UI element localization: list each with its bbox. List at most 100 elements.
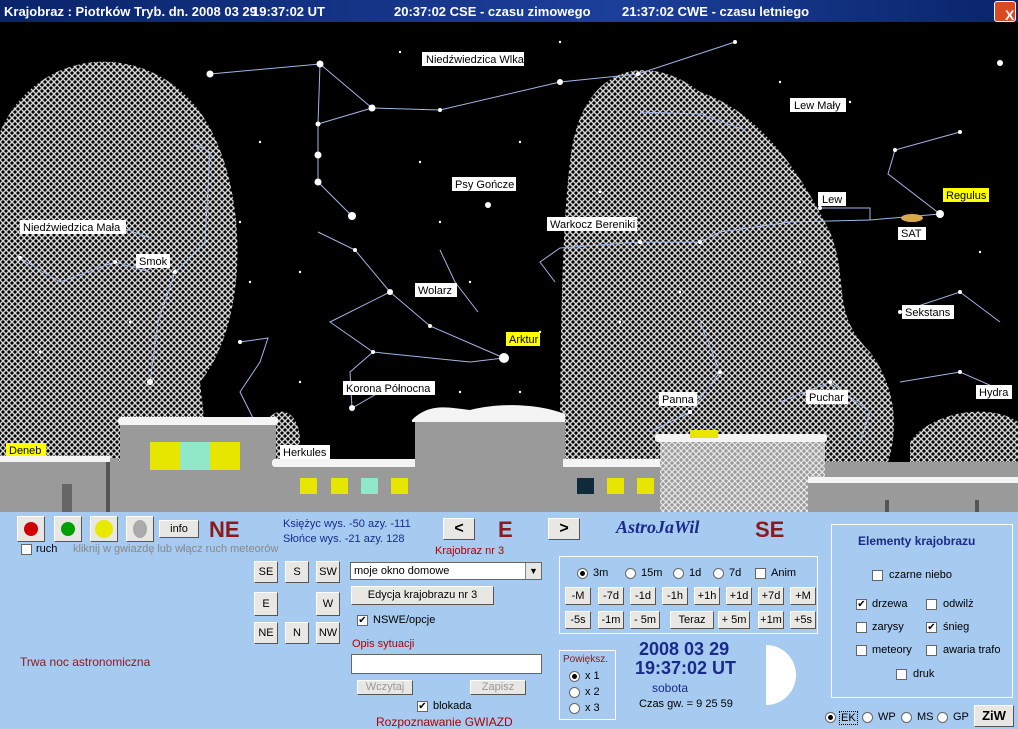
lock-checkbox[interactable]: ✔ [417, 701, 428, 712]
landscape-select[interactable]: moje okno domowe ▼ [350, 562, 542, 580]
anim-checkbox[interactable] [755, 568, 766, 579]
compass-e-button[interactable]: E [254, 592, 278, 616]
lang-gp-label: GP [953, 711, 969, 723]
title-bar: Krajobraz : Piotrków Tryb. dn. 2008 03 2… [0, 0, 1018, 23]
lang-ms-radio[interactable] [901, 712, 912, 723]
yellow-dot-button[interactable] [90, 516, 118, 542]
label-lew-maly: Lew Mały [794, 100, 841, 112]
label-hydra: Hydra [979, 387, 1009, 399]
recognize-stars-link[interactable]: Rozpoznawanie GWIAZD [376, 715, 513, 729]
step-minus-month[interactable]: -M [565, 587, 591, 605]
step-15m-radio[interactable] [625, 568, 636, 579]
meteors-checkbox[interactable] [856, 645, 867, 656]
zoom-x1-radio[interactable] [569, 671, 580, 682]
label-smok: Smok [139, 256, 168, 268]
compass-nw-button[interactable]: NW [316, 622, 340, 644]
label-wolarz: Wolarz [418, 285, 452, 297]
label-regulus: Regulus [946, 190, 987, 202]
cse-time: 20:37:02 CSE - czasu zimowego [394, 4, 591, 19]
step-plus-1h[interactable]: +1h [694, 587, 720, 605]
yellow-dot-icon [95, 520, 113, 538]
snow-checkbox[interactable]: ✔ [926, 622, 937, 633]
compass-ne-button[interactable]: NE [254, 622, 278, 644]
label-panna: Panna [662, 394, 695, 406]
step-7d-label: 7d [729, 567, 742, 579]
sky-view[interactable]: Niedźwiedzica Wlka Lew Mały Psy Gończe L… [0, 22, 1018, 512]
step-7d-radio[interactable] [713, 568, 724, 579]
edit-landscape-button[interactable]: Edycja krajobrazu nr 3 [351, 586, 494, 605]
sidereal-time: Czas gw. = 9 25 59 [639, 698, 733, 710]
read-button[interactable]: Wczytaj [357, 680, 413, 695]
lang-wp-radio[interactable] [862, 712, 873, 723]
zoom-x3-radio[interactable] [569, 703, 580, 714]
compass-s-button[interactable]: S [285, 561, 309, 583]
power-failure-checkbox[interactable] [926, 645, 937, 656]
prev-direction-button[interactable]: < [443, 518, 475, 540]
close-button[interactable]: X [994, 1, 1016, 23]
ziw-button[interactable]: ZiW [974, 705, 1014, 727]
red-dot-button[interactable] [17, 516, 45, 542]
step-minus-7d[interactable]: -7d [598, 587, 624, 605]
zoom-x2-label: x 2 [585, 686, 600, 698]
compass-se-button[interactable]: SE [254, 561, 278, 583]
lang-gp-radio[interactable] [937, 712, 948, 723]
step-plus-1d[interactable]: +1d [726, 587, 752, 605]
step-plus-5s[interactable]: +5s [790, 611, 816, 629]
nswe-checkbox[interactable]: ✔ [357, 615, 368, 626]
black-sky-checkbox[interactable] [872, 570, 883, 581]
direction-center-label: E [498, 517, 513, 542]
now-button[interactable]: Teraz [670, 611, 714, 629]
window-title: Krajobraz : Piotrków Tryb. dn. 2008 03 2… [4, 4, 257, 19]
next-direction-button[interactable]: > [548, 518, 580, 540]
lang-ek-radio[interactable] [825, 712, 836, 723]
zoom-x1-label: x 1 [585, 670, 600, 682]
thaw-label: odwilż [943, 598, 974, 610]
step-minus-5s[interactable]: -5s [565, 611, 591, 629]
step-minus-1m[interactable]: -1m [598, 611, 624, 629]
moon-position: Księżyc wys. -50 azy. -111 [283, 518, 411, 530]
label-puchar: Puchar [809, 392, 844, 404]
info-button[interactable]: info [159, 520, 199, 538]
cwe-time: 21:37:02 CWE - czasu letniego [622, 4, 810, 19]
description-label: Opis sytuacji [352, 638, 415, 650]
red-dot-icon [24, 522, 38, 536]
green-dot-button[interactable] [54, 516, 82, 542]
trees-checkbox[interactable]: ✔ [856, 599, 867, 610]
step-plus-5m[interactable]: + 5m [718, 611, 750, 629]
snow-label: śnieg [943, 621, 970, 633]
save-button[interactable]: Zapisz [470, 680, 526, 695]
black-sky-label: czarne niebo [889, 569, 952, 581]
step-3m-radio[interactable] [577, 568, 588, 579]
zoom-title: Powiększ. [563, 654, 609, 665]
step-minus-1d[interactable]: -1d [630, 587, 656, 605]
compass-n-button[interactable]: N [285, 622, 309, 644]
step-15m-label: 15m [641, 567, 663, 579]
step-1d-label: 1d [689, 567, 702, 579]
step-1d-radio[interactable] [673, 568, 684, 579]
lang-ek-label: EK [839, 711, 858, 725]
chevron-down-icon[interactable]: ▼ [525, 563, 541, 579]
ruch-checkbox[interactable] [21, 544, 32, 555]
step-plus-1m[interactable]: +1m [758, 611, 784, 629]
saturn-icon[interactable] [901, 214, 923, 222]
moon-phase-button[interactable] [126, 516, 154, 542]
zoom-x2-radio[interactable] [569, 687, 580, 698]
step-plus-month[interactable]: +M [790, 587, 816, 605]
app-name: AstroJaWil [616, 517, 700, 537]
lang-wp-label: WP [878, 711, 896, 723]
power-failure-label: awaria trafo [943, 644, 1001, 656]
step-minus-5m[interactable]: - 5m [630, 611, 660, 629]
outlines-checkbox[interactable] [856, 622, 867, 633]
label-niedzwiedzica-wielka: Niedźwiedzica Wlka [426, 54, 525, 66]
label-deneb: Deneb [9, 445, 41, 457]
description-input[interactable] [351, 654, 542, 674]
print-checkbox[interactable] [896, 669, 907, 680]
step-plus-7d[interactable]: +7d [758, 587, 784, 605]
compass-w-button[interactable]: W [316, 592, 340, 616]
step-minus-1h[interactable]: -1h [662, 587, 688, 605]
compass-sw-button[interactable]: SW [316, 561, 340, 583]
thaw-checkbox[interactable] [926, 599, 937, 610]
lock-label: blokada [433, 700, 472, 712]
date-display: 2008 03 29 [639, 639, 730, 659]
direction-right-label: SE [755, 517, 785, 542]
